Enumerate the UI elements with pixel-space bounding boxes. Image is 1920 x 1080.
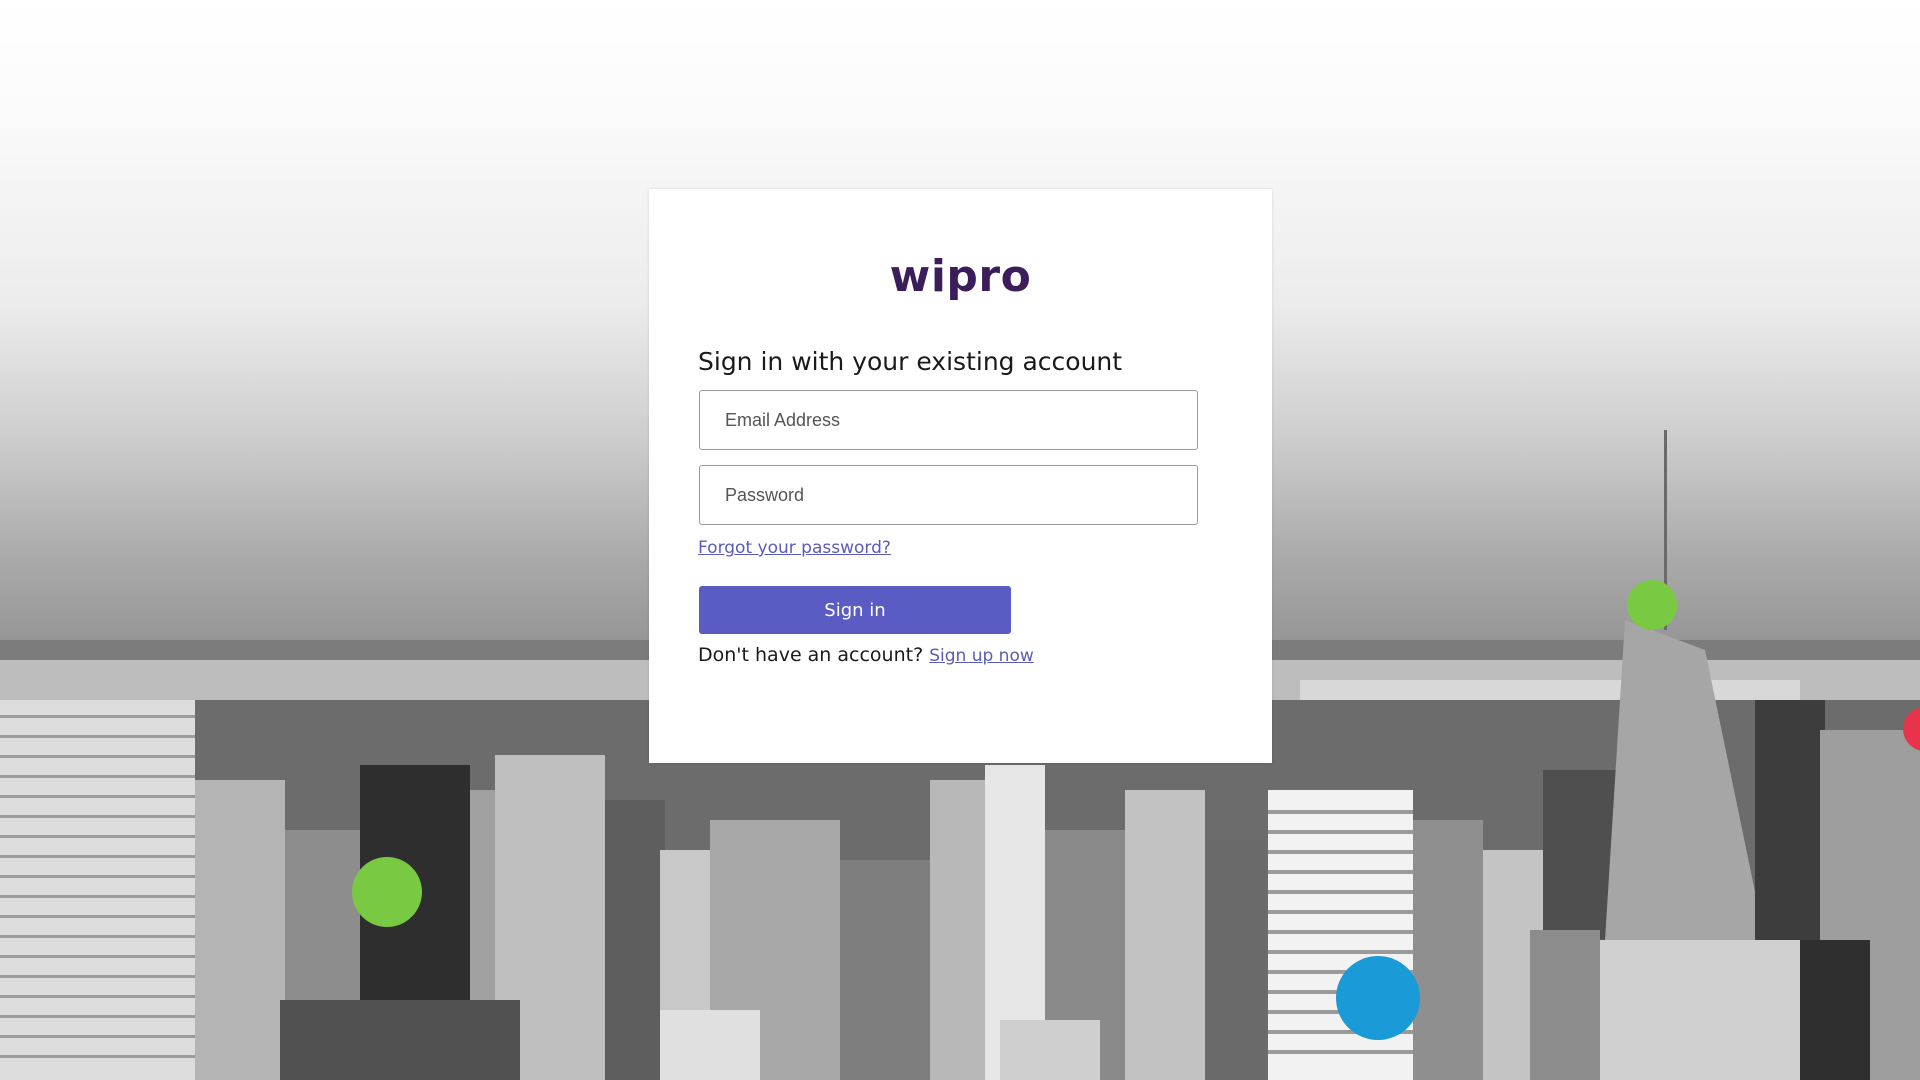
signup-prompt-text: Don't have an account? (698, 644, 924, 666)
password-field[interactable] (699, 465, 1198, 525)
forgot-password-link[interactable]: Forgot your password? (698, 538, 891, 558)
signup-prompt-line: Don't have an account? Sign up now (698, 644, 1034, 666)
signin-button[interactable]: Sign in (699, 586, 1011, 634)
signin-heading: Sign in with your existing account (698, 347, 1123, 376)
signup-link[interactable]: Sign up now (929, 646, 1034, 666)
decorative-dot (1627, 580, 1677, 630)
wipro-logo: wipro (889, 251, 1032, 302)
email-field[interactable] (699, 390, 1198, 450)
decorative-dot (352, 857, 422, 927)
signin-card: wipro Sign in with your existing account… (649, 189, 1272, 763)
decorative-dot (1336, 956, 1420, 1040)
